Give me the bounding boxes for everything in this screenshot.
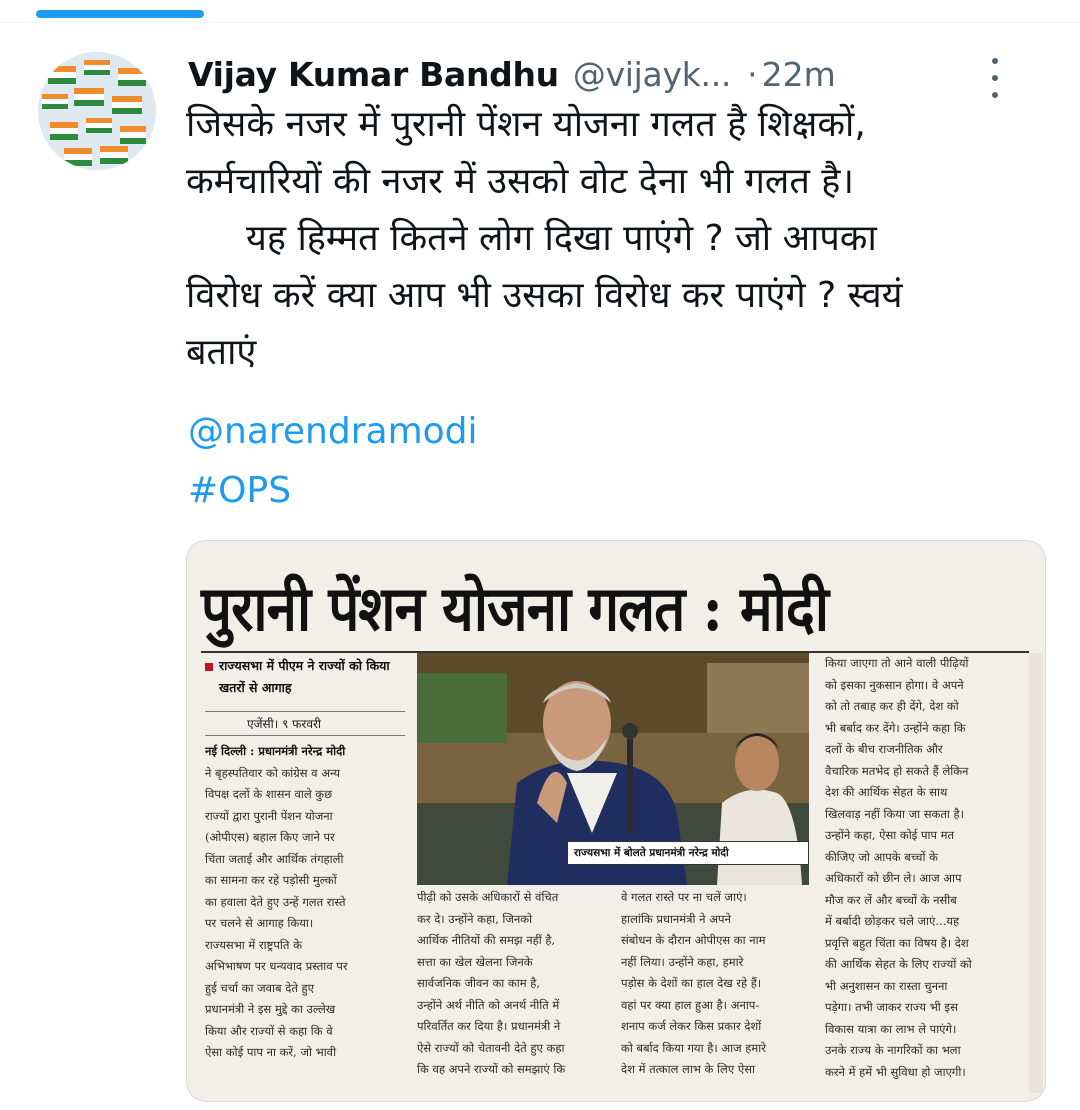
- article-column-2: पीढ़ी को उसके अधिकारों से वंचित कर दे। उ…: [417, 887, 613, 1081]
- tweet-line: जिसके नजर में पुरानी पेंशन योजना गलत है …: [186, 104, 866, 145]
- bullet-icon: [205, 663, 213, 671]
- article-line: परिवर्तित कर दिया है। प्रधानमंत्री ने: [417, 1019, 561, 1033]
- subhead-box: राज्यसभा में पीएम ने राज्यों को किया खतर…: [205, 655, 405, 715]
- subhead: राज्यसभा में पीएम ने राज्यों को किया खतर…: [219, 658, 390, 695]
- article-line: दलों के बीच राजनीतिक और: [825, 742, 943, 756]
- tweet-text: जिसके नजर में पुरानी पेंशन योजना गलत है …: [186, 96, 1056, 381]
- tweet-header: Vijay Kumar Bandhu @vijayk... · 22m: [188, 50, 1038, 98]
- attached-image[interactable]: पुरानी पेंशन योजना गलत : मोदी राज्यसभा म…: [186, 540, 1046, 1102]
- article-line: आर्थिक नीतियों की समझ नहीं है,: [417, 933, 556, 947]
- article-line: हालांकि प्रधानमंत्री ने अपने: [621, 911, 731, 926]
- article-line: (ओपीएस) बहाल किए जाने पर: [205, 830, 335, 844]
- article-line: प्रवृत्ति बहुत चिंता का विषय है। देश: [825, 935, 969, 950]
- article-line: मौज कर लें और बच्चों के नसीब: [825, 892, 957, 907]
- article-line: वहां पर क्या हाल हुआ है। अनाप-: [621, 997, 760, 1012]
- article-line: पड़ेगा। तभी जाकर राज्य भी इस: [825, 1000, 958, 1014]
- article-line: पड़ोस के देशों का हाल देख रहे हैं।: [621, 976, 762, 990]
- article-line: सत्ता का खेल खेलना जिनके: [417, 954, 533, 969]
- article-line: प्रधानमंत्री ने इस मुद्दे का उल्लेख: [205, 1002, 336, 1016]
- dateline: एजेंसी। ९ फरवरी: [247, 717, 322, 731]
- article-line: का हवाला देते हुए उन्हें गलत रास्ते: [205, 894, 346, 909]
- article-line: पीढ़ी को उसके अधिकारों से वंचित: [417, 890, 559, 904]
- avatar[interactable]: [38, 52, 156, 170]
- tweet-line: यह हिम्मत कितने लोग दिखा पाएंगे ? जो आपक…: [246, 218, 877, 259]
- article-column-4: किया जाएगा तो आने वाली पीढ़ियों को इसका …: [825, 653, 1021, 1083]
- article-column-3: वे गलत रास्ते पर ना चलें जाएं। हालांकि प…: [621, 887, 817, 1081]
- article-line: चिंता जताई और आर्थिक तंगहाली: [205, 851, 344, 866]
- article-line: राज्यसभा में राष्ट्रपति के: [205, 937, 302, 952]
- article-line: विकास यात्रा का लाभ ले पाएंगे।: [825, 1021, 957, 1036]
- adjacent-column-edge: [1029, 653, 1043, 1093]
- article-line: विपक्ष दलों के शासन वाले कुछ: [205, 787, 333, 801]
- article-line: भी अनुशासन का रास्ता चुनना: [825, 978, 948, 993]
- article-column-1: नई दिल्ली : प्रधानमंत्री नरेन्द्र मोदी न…: [205, 741, 405, 1064]
- divider: [0, 22, 1080, 23]
- article-line: हुई चर्चा का जवाब देते हुए: [205, 980, 315, 995]
- more-options-icon[interactable]: [985, 58, 1005, 98]
- article-line: में बर्बादी छोड़कर चले जाएं...यह: [825, 914, 960, 928]
- article-line: करने में हमें भी सुविधा हो जाएगी।: [825, 1064, 966, 1079]
- photo-caption: राज्यसभा में बोलते प्रधानमंत्री नरेन्द्र…: [567, 841, 809, 865]
- article-line: अभिभाषण पर धन्यवाद प्रस्ताव पर: [205, 959, 348, 973]
- article-line: किया और राज्यों से कहा कि वे: [205, 1023, 333, 1038]
- scroll-indicator: [36, 10, 204, 18]
- article-line: उन्होंने कहा, ऐसा कोई पाप मत: [825, 828, 955, 842]
- article-line: को बर्बाद किया गया है। आज हमारे: [621, 1040, 766, 1055]
- article-line: राज्यों द्वारा पुरानी पेंशन योजना: [205, 808, 333, 823]
- article-line: नई दिल्ली : प्रधानमंत्री नरेन्द्र मोदी: [205, 744, 346, 758]
- tweet-line: विरोध करें क्या आप भी उसका विरोध कर पाएं…: [186, 275, 903, 316]
- article-line: को तो तबाह कर ही देंगे, देश को: [825, 699, 959, 713]
- article-line: को इसका नुकसान होगा। वे अपने: [825, 677, 964, 692]
- separator: ·: [747, 54, 758, 94]
- article-line: सार्वजनिक जीवन का काम है,: [417, 976, 541, 990]
- article-line: अधिकारों को छीन ले। आज आप: [825, 871, 962, 885]
- author-handle[interactable]: @vijayk...: [573, 55, 732, 94]
- mention-link[interactable]: @narendramodi: [188, 411, 478, 452]
- article-line: कि वह अपने राज्यों को समझाएं कि: [417, 1062, 566, 1076]
- article-line: वे गलत रास्ते पर ना चलें जाएं।: [621, 890, 747, 904]
- tweet-line: कर्मचारियों की नजर में उसको वोट देना भी …: [186, 161, 855, 202]
- article-line: संबोधन के दौरान ओपीएस का नाम: [621, 933, 766, 947]
- flags-avatar-icon: [38, 52, 156, 170]
- article-line: की आर्थिक सेहत के लिए राज्यों को: [825, 957, 972, 971]
- divider: [205, 735, 405, 736]
- article-line: देश में तत्काल लाभ के लिए ऐसा: [621, 1062, 755, 1076]
- article-line: वैचारिक मतभेद हो सकते हैं लेकिन: [825, 763, 969, 778]
- article-line: पर चलने से आगाह किया।: [205, 916, 314, 930]
- article-line: किया जाएगा तो आने वाली पीढ़ियों: [825, 656, 969, 670]
- article-line: भी बर्बाद कर देंगे। उन्होंने कहा कि: [825, 720, 966, 735]
- hashtag-link[interactable]: #OPS: [188, 470, 291, 511]
- author-name[interactable]: Vijay Kumar Bandhu: [188, 55, 559, 94]
- article-line: देश की आर्थिक सेहत के साथ: [825, 785, 948, 799]
- timestamp[interactable]: 22m: [762, 55, 836, 94]
- divider: [205, 711, 405, 712]
- article-line: का सामना कर रहे पड़ोसी मुल्कों: [205, 873, 337, 887]
- article-line: नहीं लिया। उन्होंने कहा, हमारे: [621, 954, 744, 969]
- article-line: उनके राज्य के नागरिकों का भला: [825, 1043, 961, 1057]
- article-line: ने बृहस्पतिवार को कांग्रेस व अन्य: [205, 765, 341, 780]
- article-line: ऐसा कोई पाप ना करें, जो भावी: [205, 1045, 337, 1059]
- article-line: शनाप कर्ज लेकर किस प्रकार देशों: [621, 1019, 762, 1033]
- newspaper-headline: पुरानी पेंशन योजना गलत : मोदी: [201, 572, 829, 645]
- article-line: उन्होंने अर्थ नीति को अनर्थ नीति में: [417, 997, 560, 1012]
- tweet-line: बताएं: [186, 332, 257, 373]
- article-line: खिलवाड़ नहीं किया जा सकता है।: [825, 806, 965, 821]
- article-line: ऐसे राज्यों को चेतावनी देते हुए कहा: [417, 1040, 565, 1055]
- article-line: कर दे। उन्होंने कहा, जिनको: [417, 911, 533, 926]
- article-line: कीजिए जो आपके बच्चों के: [825, 849, 938, 864]
